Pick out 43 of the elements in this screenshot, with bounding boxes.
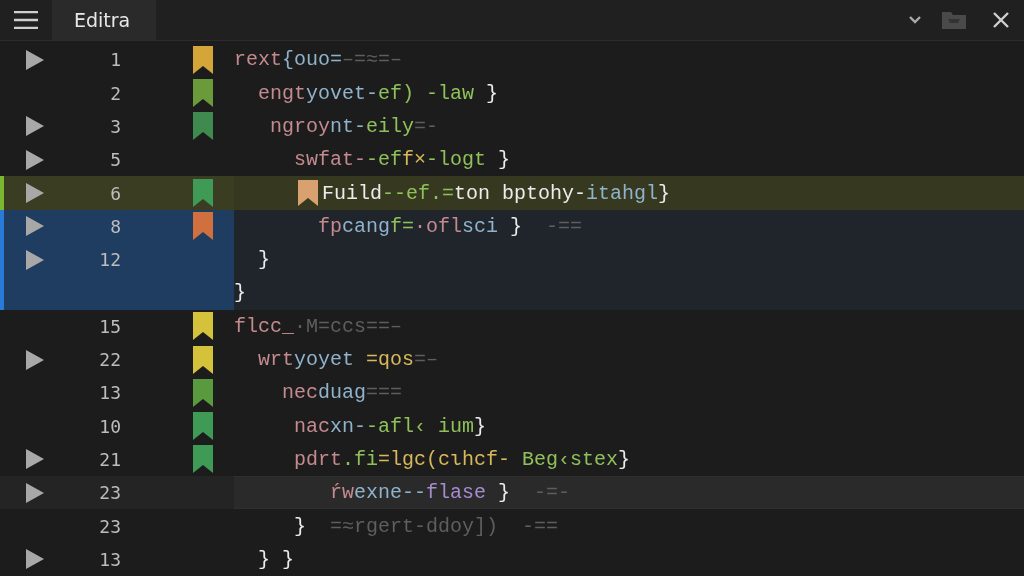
code-line: ŕwexne--flase } -=-: [329, 481, 571, 505]
code-line: rext{ouo=–=≈=–: [234, 48, 403, 72]
code-line: }: [257, 248, 270, 272]
code-line: } =≈rgert-ddoy]) -==: [293, 514, 559, 538]
fold-arrow-icon[interactable]: [26, 116, 44, 137]
code-line: ngroynt-eily=-: [269, 115, 439, 138]
line-number: 15: [98, 315, 121, 337]
code-line: } }: [257, 547, 294, 571]
line-number: 5: [109, 149, 121, 171]
line-number: 22: [98, 349, 121, 371]
code-line: swfat--eff×-logt }: [293, 148, 511, 172]
fold-arrow-icon[interactable]: [26, 449, 44, 470]
code-line: engtyovet-ef) -law }: [257, 81, 499, 105]
fold-arrow-icon[interactable]: [26, 49, 44, 70]
editor-tab[interactable]: Editra: [52, 0, 157, 41]
line-number: 8: [109, 215, 121, 237]
line-number: 23: [98, 515, 121, 537]
fold-arrow-icon[interactable]: [26, 549, 44, 570]
fold-arrow-icon[interactable]: [26, 183, 44, 204]
line-number: 12: [98, 249, 121, 271]
line-number: 2: [109, 82, 121, 104]
code-line: pdrt.fi=lgc(cιhcf- Beg‹stex}: [293, 447, 631, 471]
fold-arrow-icon[interactable]: [26, 149, 44, 170]
fold-arrow-icon[interactable]: [26, 249, 44, 270]
code-line: }: [234, 281, 246, 305]
fold-arrow-icon[interactable]: [26, 349, 44, 370]
line-number: 1: [109, 49, 121, 71]
fold-arrow-icon[interactable]: [26, 482, 44, 503]
line-number: 13: [98, 382, 121, 404]
code-line: nacxn--afl‹ ium}: [293, 414, 487, 438]
code-line: wrtyoyet =qos=–: [257, 348, 439, 372]
line-number: 21: [98, 448, 121, 470]
bookmark-icon: [298, 180, 318, 207]
line-number: 6: [109, 182, 121, 204]
line-number: 10: [98, 415, 121, 437]
fold-arrow-icon[interactable]: [26, 216, 44, 237]
code-line: fpcangf=·oflsci } -==: [317, 214, 583, 238]
code-line: necduag===: [281, 381, 403, 405]
code-line: Fuild--ef.=ton bptohy-itahgl}: [234, 180, 671, 207]
code-line: flcc_·M=ccs==–: [234, 314, 403, 338]
line-number: 23: [98, 482, 121, 504]
line-number: 13: [98, 548, 121, 570]
line-number: 3: [109, 116, 121, 137]
